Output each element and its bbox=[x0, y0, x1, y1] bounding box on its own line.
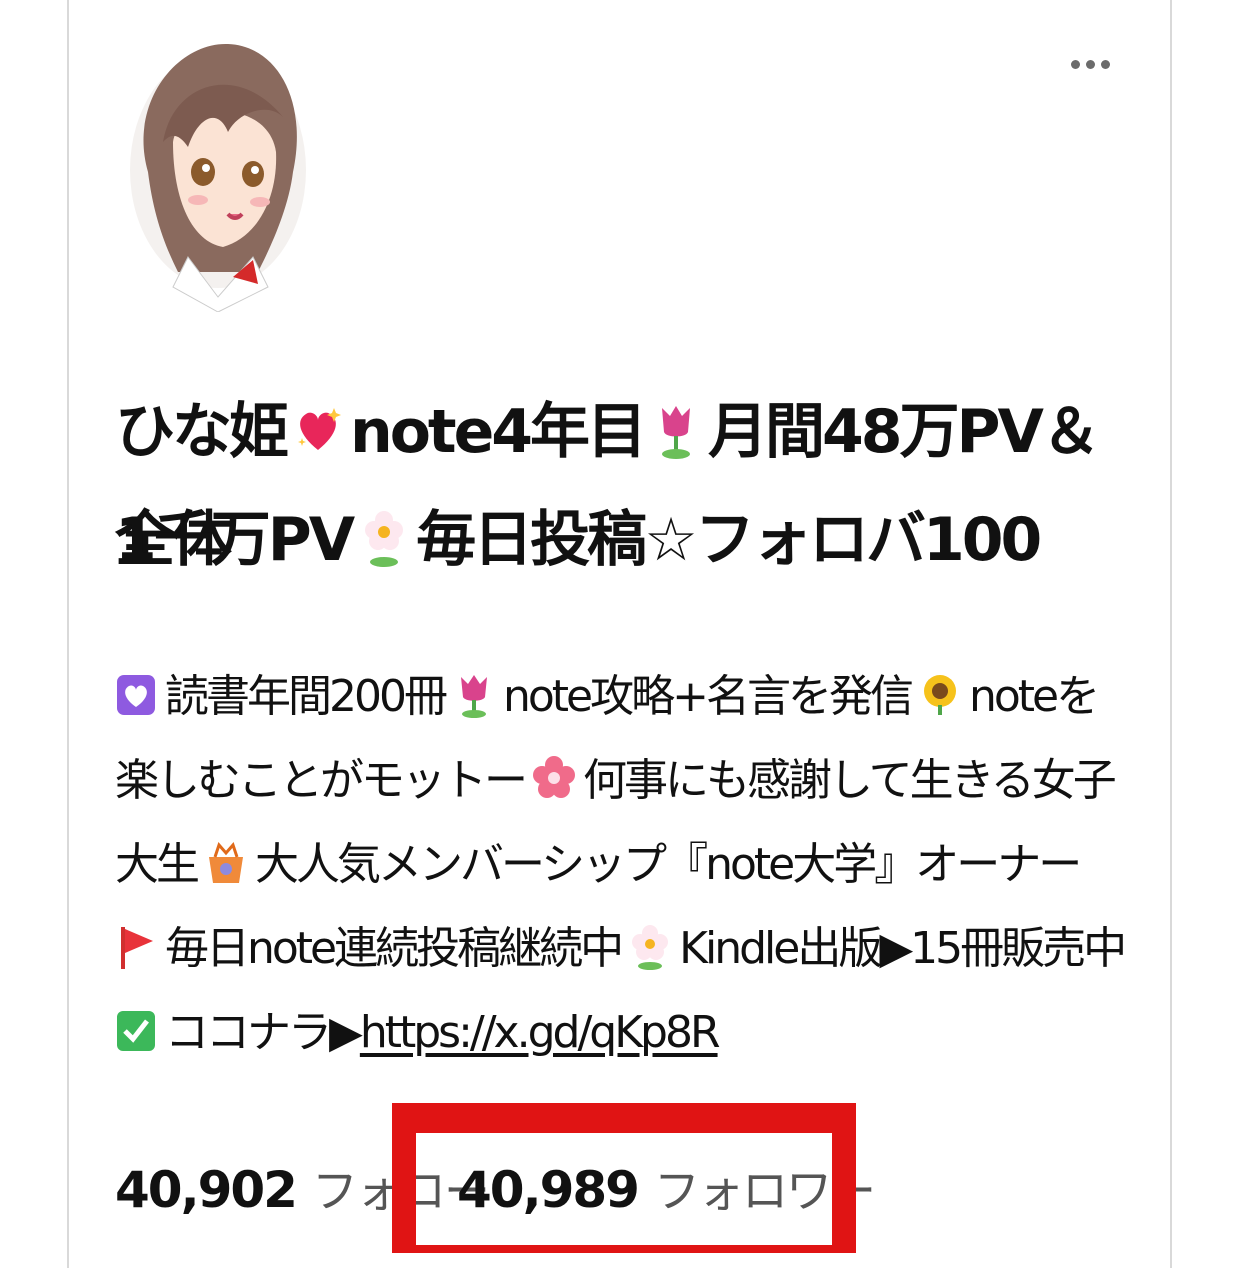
sparkling-heart-icon bbox=[294, 398, 342, 462]
white-flower-icon bbox=[360, 506, 408, 570]
profile-stats: 40,902 フォロー 40,989 フォロワー bbox=[115, 1155, 876, 1225]
more-dots-icon bbox=[1070, 59, 1080, 69]
following-stat[interactable]: 40,902 フォロー bbox=[115, 1155, 490, 1221]
more-dots-icon bbox=[1100, 59, 1110, 69]
red-flag-icon bbox=[115, 923, 157, 971]
avatar[interactable] bbox=[118, 22, 308, 313]
sunflower-icon bbox=[919, 671, 961, 719]
tulip-icon bbox=[453, 671, 495, 719]
more-dots-icon bbox=[1085, 59, 1095, 69]
cherry-blossom-icon bbox=[533, 755, 575, 803]
coconala-link[interactable]: https://x.gd/qKp8R bbox=[360, 1007, 721, 1058]
gift-basket-icon bbox=[205, 839, 247, 887]
followers-count: 40,989 bbox=[457, 1161, 640, 1219]
profile-bio: 読書年間200冊 note攻略+名言を発信 noteを 楽しむことがモットー 何事にも… bbox=[115, 671, 1127, 1058]
purple-heart-icon bbox=[115, 671, 157, 719]
more-options-button[interactable] bbox=[1062, 52, 1118, 76]
green-check-icon bbox=[115, 1007, 157, 1055]
tulip-icon bbox=[652, 398, 700, 462]
following-count: 40,902 bbox=[115, 1161, 298, 1219]
followers-label: フォロワー bbox=[653, 1164, 876, 1218]
white-flower-icon bbox=[629, 923, 671, 971]
followers-stat[interactable]: 40,989 フォロワー bbox=[457, 1155, 876, 1221]
profile-name: ひな姫 note4年目 月間48万PV＆全体 1千万PV 毎日投稿☆フォロバ100 bbox=[115, 397, 1101, 575]
